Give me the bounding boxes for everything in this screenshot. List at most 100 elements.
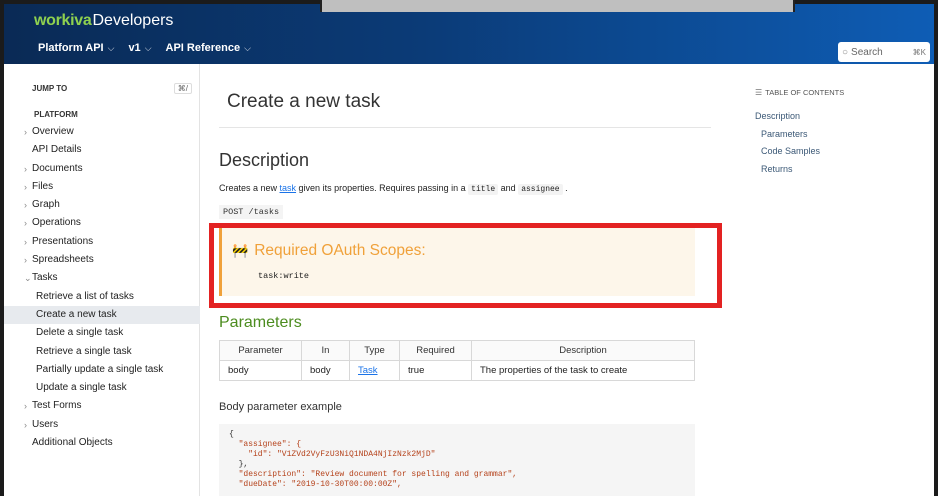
search-placeholder: Search — [851, 46, 883, 58]
sidebar-item-label: Retrieve a single task — [36, 345, 132, 357]
sidebar-item-label: Presentations — [32, 235, 94, 247]
sidebar-item-label: Operations — [32, 217, 81, 229]
sidebar-item[interactable]: Additional Objects — [4, 434, 200, 452]
chevron-right-icon: › — [24, 218, 27, 229]
sidebar-item[interactable]: › Users — [4, 416, 200, 434]
sidebar: JUMP TO ⌘/ PLATFORM › Overview API Details… — [4, 64, 200, 496]
table-of-contents: ☰ TABLE OF CONTENTS Description Parameter… — [755, 64, 925, 496]
sidebar-item-label: Retrieve a list of tasks — [36, 290, 134, 302]
description-pre: Creates a new — [219, 183, 280, 193]
chevron-right-icon: › — [24, 181, 27, 192]
sidebar-item-label: API Details — [32, 144, 82, 156]
sidebar-item-label: Documents — [32, 162, 83, 174]
main-content: Create a new task Description Creates a … — [201, 64, 722, 496]
description-text: Creates a new task given its properties.… — [219, 183, 568, 195]
description-heading: Description — [219, 150, 310, 170]
chevron-right-icon: › — [24, 419, 27, 430]
chevron-down-icon: ⌵ — [144, 42, 152, 53]
sidebar-item[interactable]: › Overview — [4, 123, 200, 141]
table-cell: The properties of the task to create — [471, 360, 695, 381]
sidebar-item[interactable]: › Spreadsheets — [4, 251, 200, 269]
description-end: . — [562, 183, 568, 193]
toc-heading: ☰ TABLE OF CONTENTS — [755, 88, 844, 97]
sidebar-item-label: Tasks — [32, 272, 58, 284]
table-cell: Task — [349, 360, 400, 381]
sidebar-item[interactable]: ⌄ Tasks — [4, 269, 200, 287]
divider — [219, 127, 711, 128]
sidebar-item-label: Update a single task — [36, 382, 127, 394]
jump-to-button[interactable]: JUMP TO ⌘/ — [32, 80, 192, 96]
window-frame-right — [934, 0, 938, 496]
table-header-row: Parameter In Type Required Description — [219, 340, 695, 361]
code-block: { "assignee": { "id": "V1ZVd2VyFzU3NiQ1N… — [219, 424, 695, 496]
sidebar-item[interactable]: › Files — [4, 178, 200, 196]
top-nav: Platform API ⌵ v1 ⌵ API Reference ⌵ — [38, 42, 251, 54]
table-header: In — [301, 340, 350, 361]
nav-api-reference[interactable]: API Reference ⌵ — [166, 42, 251, 54]
list-icon: ☰ — [755, 88, 763, 97]
chevron-down-icon: ⌵ — [107, 42, 115, 53]
nav-version[interactable]: v1 ⌵ — [128, 42, 151, 54]
nav-label: API Reference — [165, 42, 241, 54]
table-cell: body — [219, 360, 302, 381]
description-mid: given its properties. Requires passing i… — [296, 183, 469, 193]
sidebar-item[interactable]: Delete a single task — [4, 324, 200, 342]
sidebar-item[interactable]: › Graph — [4, 196, 200, 214]
site-logo[interactable]: workivaDevelopers — [34, 12, 173, 30]
code-line: "assignee": { — [229, 440, 302, 449]
search-input[interactable]: ○ Search ⌘K — [838, 42, 930, 62]
type-task-link[interactable]: Task — [358, 365, 378, 376]
code-line: "dueDate": "2019-10-30T00:00:00Z", — [229, 480, 402, 489]
chevron-right-icon: › — [24, 163, 27, 174]
sidebar-item-label: Files — [32, 180, 54, 192]
sidebar-item[interactable]: Retrieve a list of tasks — [4, 288, 200, 306]
sidebar-item-label: Additional Objects — [32, 437, 113, 449]
code-assignee: assignee — [518, 184, 563, 195]
code-line: }, — [229, 460, 249, 469]
code-line: "description": "Review document for spel… — [229, 470, 518, 479]
toc-item[interactable]: Parameters — [755, 126, 820, 144]
toc-item[interactable]: Description — [755, 108, 820, 126]
nav-platform-api[interactable]: Platform API ⌵ — [38, 42, 114, 54]
sidebar-item[interactable]: Update a single task — [4, 379, 200, 397]
chevron-down-icon: ⌄ — [24, 273, 32, 284]
parameters-table: Parameter In Type Required Description b… — [219, 340, 695, 381]
table-header: Required — [399, 340, 472, 361]
chevron-right-icon: › — [24, 401, 27, 412]
sidebar-item[interactable]: › Operations — [4, 214, 200, 232]
sidebar-item-label: Partially update a single task — [36, 363, 164, 375]
sidebar-item-label: Create a new task — [36, 308, 117, 320]
chevron-right-icon: › — [24, 255, 27, 266]
task-link[interactable]: task — [280, 183, 297, 193]
search-icon: ○ — [842, 46, 849, 58]
sidebar-item-label: Users — [32, 418, 59, 430]
toc-item[interactable]: Returns — [755, 161, 820, 179]
sidebar-item[interactable]: › Presentations — [4, 233, 200, 251]
sidebar-item[interactable]: Create a new task — [4, 305, 200, 325]
highlight-box — [209, 223, 722, 308]
page-title: Create a new task — [227, 91, 381, 112]
sidebar-section-title: PLATFORM — [34, 110, 78, 119]
brand-name: workiva — [34, 12, 92, 29]
table-header: Description — [471, 340, 695, 361]
nav-label: Platform API — [38, 42, 104, 54]
sidebar-item[interactable]: Partially update a single task — [4, 361, 200, 379]
brand-suffix: Developers — [92, 12, 174, 29]
overlay-bar — [320, 0, 795, 12]
code-title: title — [468, 184, 499, 195]
body-example-heading: Body parameter example — [219, 401, 342, 413]
table-cell: true — [399, 360, 472, 381]
toc-heading-text: TABLE OF CONTENTS — [765, 88, 845, 97]
endpoint: POST /tasks — [219, 205, 284, 219]
sidebar-item[interactable]: › Test Forms — [4, 397, 200, 415]
toc-item[interactable]: Code Samples — [755, 143, 820, 161]
jump-shortcut: ⌘/ — [173, 82, 192, 94]
parameters-heading: Parameters — [219, 314, 302, 331]
sidebar-item[interactable]: API Details — [4, 141, 200, 159]
sidebar-item[interactable]: › Documents — [4, 160, 200, 178]
chevron-down-icon: ⌵ — [244, 42, 251, 53]
chevron-right-icon: › — [24, 127, 27, 137]
chevron-right-icon: › — [24, 200, 27, 211]
sidebar-item[interactable]: Retrieve a single task — [4, 343, 200, 361]
sidebar-item-label: Test Forms — [32, 400, 82, 412]
